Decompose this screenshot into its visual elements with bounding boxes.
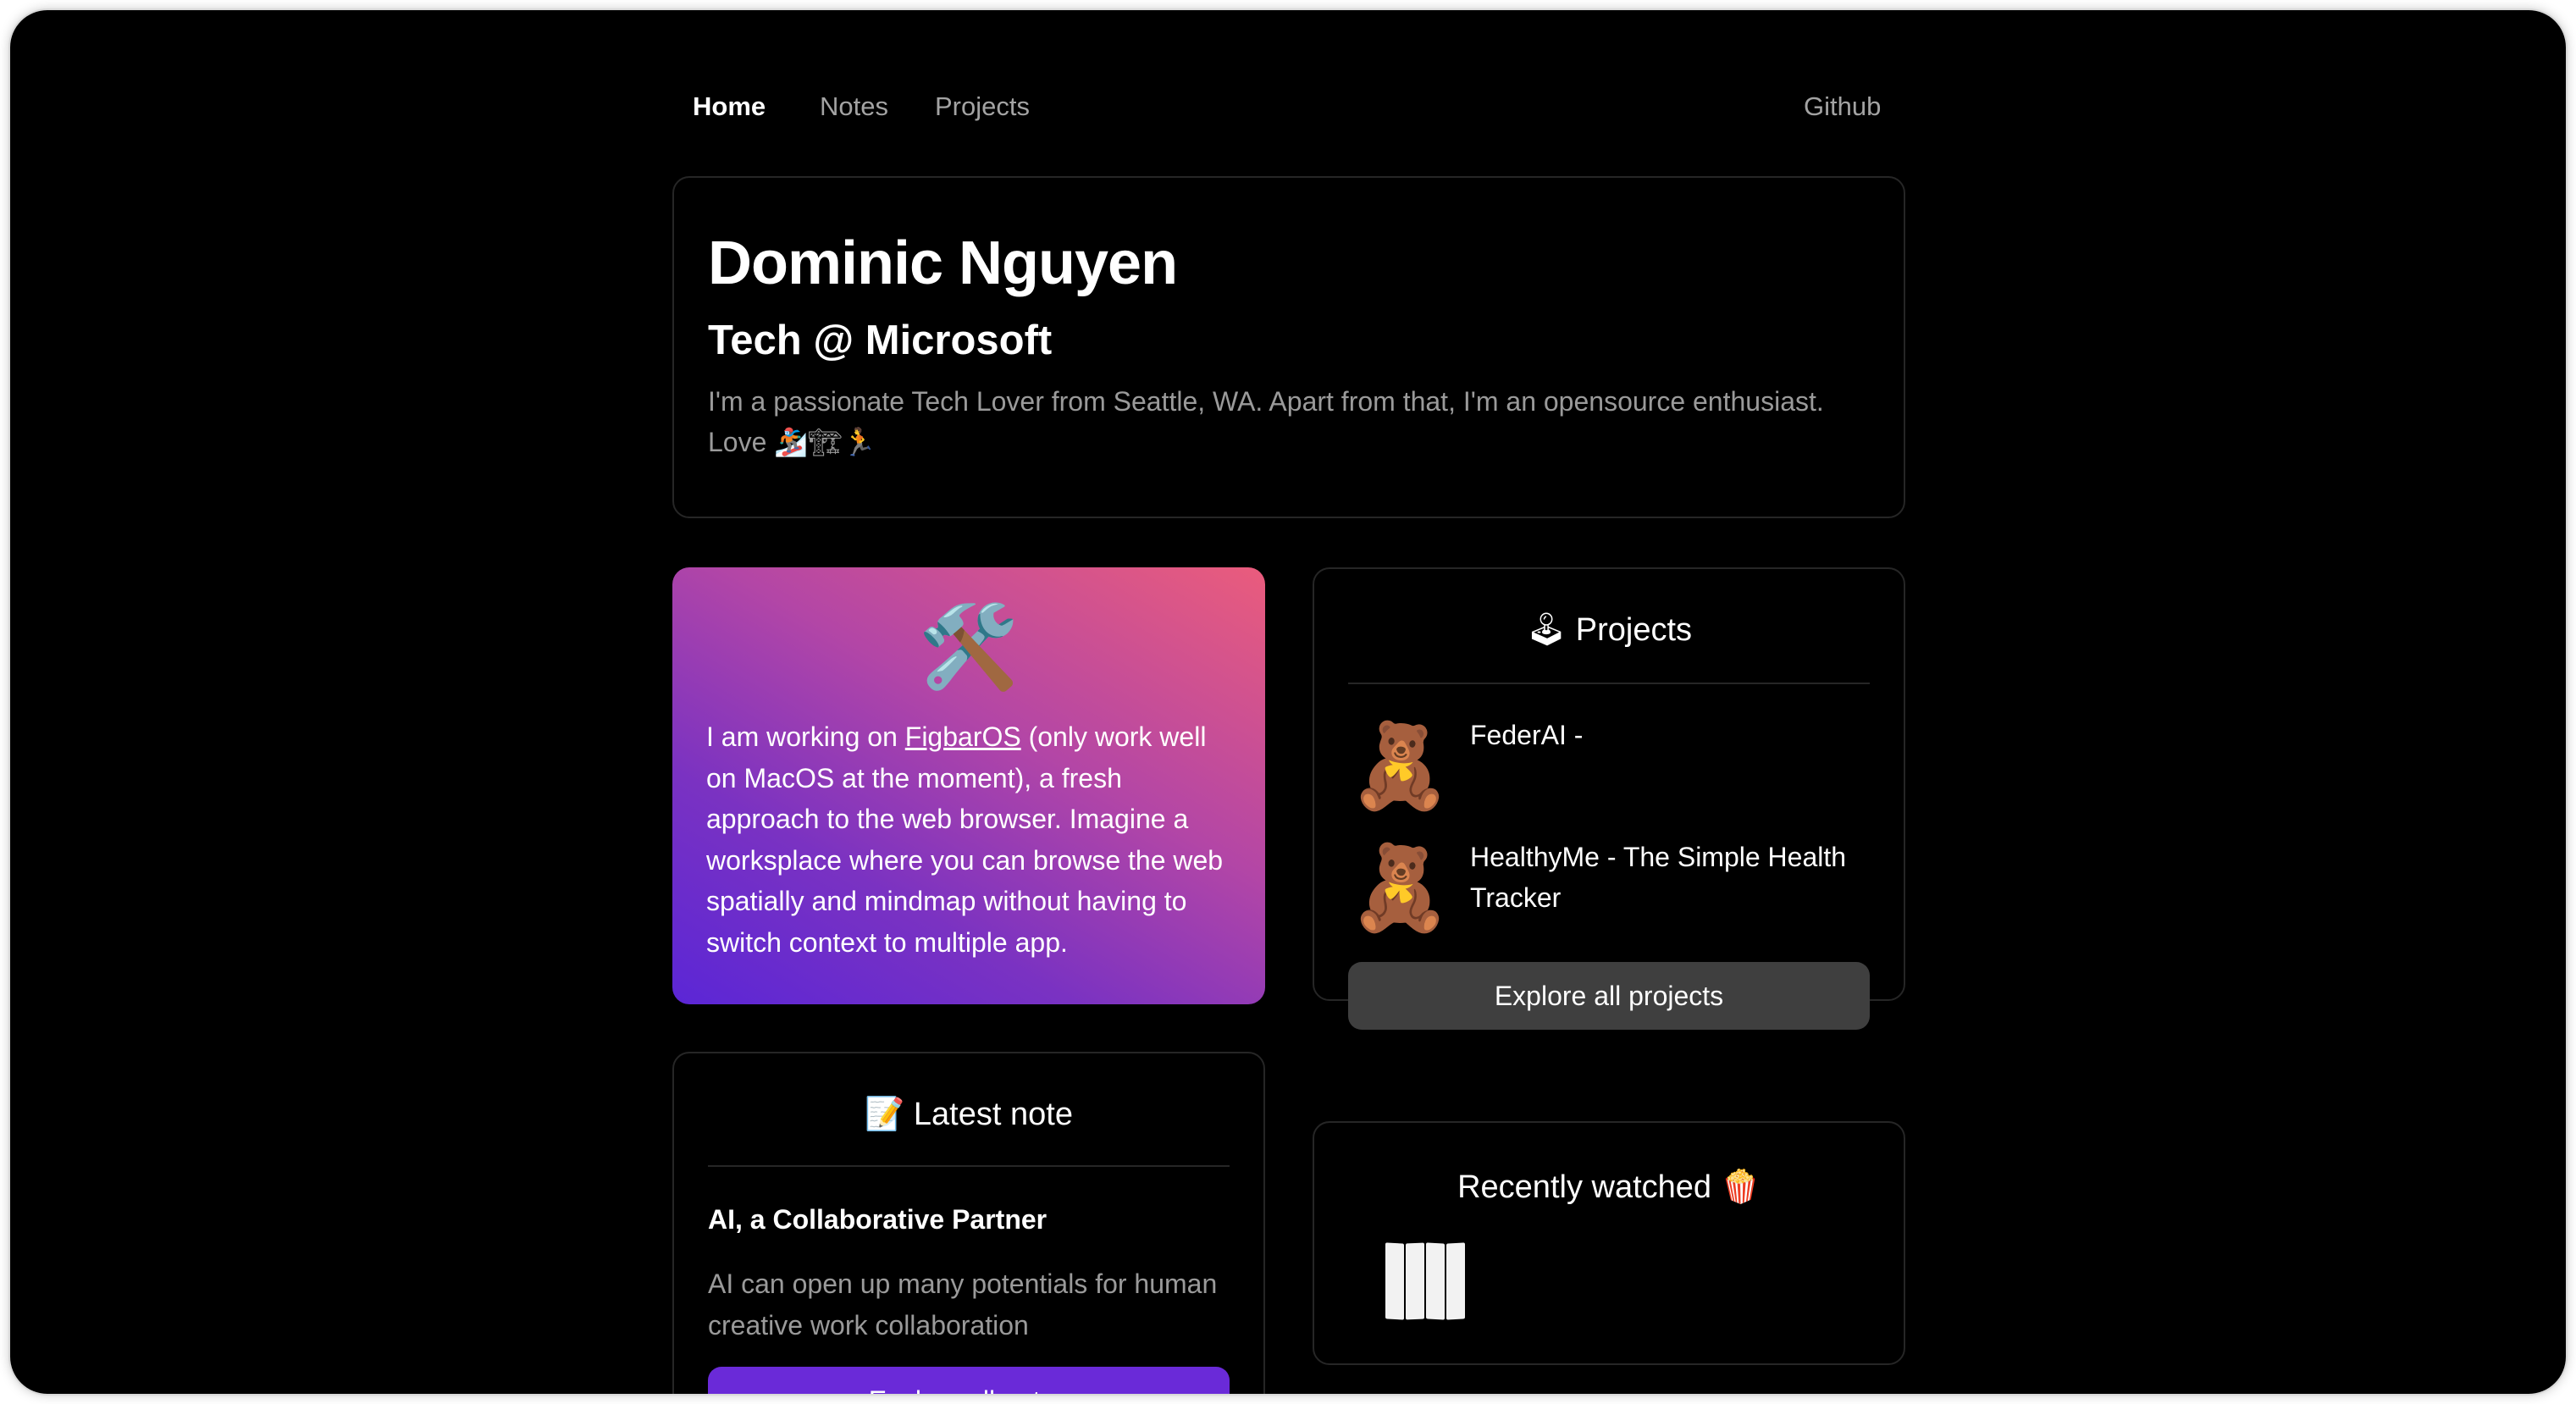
note-divider [708,1165,1230,1167]
projects-card: 🕹 Projects 🧸 FederAI - 🧸 HealthyMe - The… [1313,567,1905,1030]
browser-window: Home Notes Projects Github Dominic Nguye… [10,10,2566,1394]
recently-watched-card: Recently watched 🍿 [1313,1121,1905,1365]
watched-title: Recently watched 🍿 [1457,1169,1761,1205]
profile-name: Dominic Nguyen [708,229,1178,297]
nav-projects[interactable]: Projects [935,85,1030,129]
project-item[interactable]: 🧸 FederAI - [1348,715,1870,825]
movie-poster[interactable] [1385,1242,1470,1328]
profile-bio: I'm a passionate Tech Lover from Seattle… [708,386,1824,457]
nav-notes[interactable]: Notes [820,85,888,129]
project-item[interactable]: 🧸 HealthyMe - The Simple Health Tracker [1348,837,1870,947]
figbar-link[interactable]: FigbarOS [905,721,1021,752]
figbar-card: 🛠️ I am working on FigbarOS (only work w… [672,567,1265,1004]
top-nav: Home Notes Projects Github [10,85,2566,129]
profile-role: Tech @ Microsoft [708,318,1053,363]
latest-note-card: 📝 Latest note AI, a Collaborative Partne… [672,1052,1265,1394]
nav-home[interactable]: Home [693,85,766,129]
explore-projects-button[interactable]: Explore all projects [1348,962,1870,1030]
note-card-title: 📝 Latest note [865,1097,1073,1132]
note-excerpt: AI can open up many potentials for human… [708,1269,1218,1340]
tools-icon: 🛠️ [918,602,1020,693]
project-name: FederAI - [1470,720,1584,750]
explore-notes-button[interactable]: Explore all notes [708,1367,1230,1394]
projects-divider [1348,683,1870,684]
hero-card: Dominic Nguyen Tech @ Microsoft I'm a pa… [672,176,1905,518]
projects-title: 🕹 Projects [1525,612,1693,648]
teddy-bear-icon: 🧸 [1348,719,1452,812]
project-name: HealthyMe - The Simple Health Tracker [1470,842,1847,913]
teddy-bear-icon: 🧸 [1348,841,1452,934]
figbar-description: I am working on FigbarOS (only work well… [706,721,1224,958]
nav-github[interactable]: Github [1804,85,1881,129]
note-headline[interactable]: AI, a Collaborative Partner [708,1204,1047,1235]
